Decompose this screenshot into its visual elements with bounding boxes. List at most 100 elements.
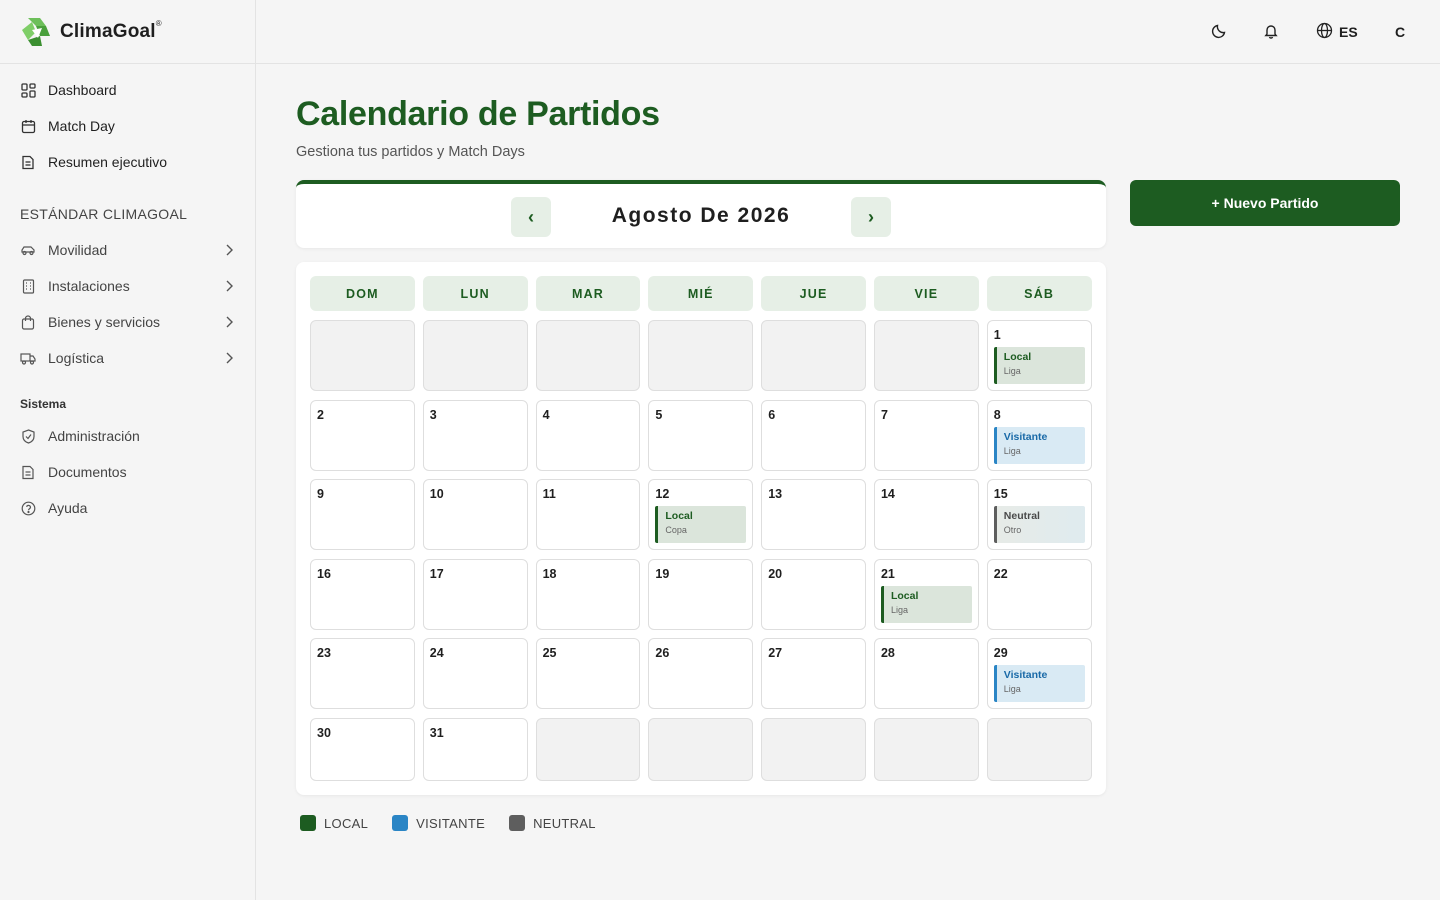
sidebar-item-dashboard[interactable]: Dashboard [0, 72, 255, 108]
user-avatar[interactable]: C [1395, 20, 1405, 44]
calendar-day-18[interactable]: 18 [535, 558, 641, 630]
match-event-visitante[interactable]: Visitante Liga [993, 426, 1085, 464]
calendar-day-20[interactable]: 20 [761, 558, 866, 630]
day-number: 29 [993, 646, 1008, 660]
sidebar-item-movilidad[interactable]: Movilidad [0, 232, 255, 268]
notifications-button[interactable] [1263, 20, 1279, 44]
day-number: 19 [655, 566, 670, 581]
building-icon [20, 278, 36, 294]
calendar-day-6[interactable]: 6 [761, 399, 866, 471]
weekday-mar: MAR [535, 276, 641, 311]
sidebar-item-label: Instalaciones [48, 278, 130, 294]
calendar-day-11[interactable]: 11 [535, 479, 641, 550]
calendar-day-13[interactable]: 13 [761, 479, 866, 550]
sidebar-item-instalaciones[interactable]: Instalaciones [0, 268, 255, 304]
sidebar-item-label: Logística [48, 350, 105, 366]
calendar-day-8[interactable]: 8 Visitante Liga [986, 399, 1092, 471]
user-initial: C [1395, 24, 1406, 40]
sidebar-item-logistica[interactable]: Logística [0, 340, 255, 376]
sidebar-item-match-day[interactable]: Match Day [0, 108, 255, 144]
day-number: 20 [768, 566, 783, 581]
match-event-local[interactable]: Local Liga [993, 347, 1085, 384]
calendar-day-10[interactable]: 10 [422, 479, 528, 550]
event-type: Local [1003, 351, 1032, 363]
calendar-day-27[interactable]: 27 [761, 638, 866, 709]
calendar-day-7[interactable]: 7 [873, 399, 979, 471]
weekday-vie: VIE [873, 276, 979, 311]
calendar-day-14[interactable]: 14 [873, 479, 979, 550]
calendar-day-5[interactable]: 5 [648, 399, 754, 471]
calendar-empty-cell [873, 717, 979, 781]
calendar-day-9[interactable]: 9 [310, 479, 415, 550]
calendar-day-17[interactable]: 17 [422, 558, 528, 630]
prev-month-button[interactable]: ‹ [511, 197, 551, 237]
brand[interactable]: ClimaGoal® [0, 0, 255, 64]
weekday-header: DOM LUN MAR MIÉ JUE VIE SÁB [310, 276, 1092, 311]
calendar-day-4[interactable]: 4 [535, 399, 641, 471]
match-event-neutral[interactable]: Neutral Otro [993, 506, 1085, 543]
registered-mark: ® [155, 18, 162, 28]
calendar-day-30[interactable]: 30 [310, 717, 415, 781]
day-number: 11 [542, 487, 556, 501]
calendar-day-23[interactable]: 23 [310, 638, 415, 709]
calendar-day-12[interactable]: 12 Local Copa [648, 479, 754, 550]
calendar-card: DOM LUN MAR MIÉ JUE VIE SÁB 1 Local Liga 2 3 4 5 6 7 8 V… [296, 262, 1106, 795]
sidebar-item-documentos[interactable]: Documentos [0, 454, 255, 490]
day-number: 22 [993, 566, 1008, 581]
day-number: 1 [993, 328, 1001, 342]
match-event-local[interactable]: Local Copa [655, 506, 747, 543]
sidebar-item-label: Administración [48, 428, 140, 444]
chevron-left-icon: ‹ [528, 206, 534, 227]
new-match-button[interactable]: + Nuevo Partido [1130, 180, 1400, 226]
sidebar-item-administracion[interactable]: Administración [0, 418, 255, 454]
page-title: Calendario de Partidos [296, 95, 660, 133]
day-number: 27 [768, 646, 783, 660]
sidebar-item-bienes-servicios[interactable]: Bienes y servicios [0, 304, 255, 340]
event-competition: Liga [1003, 445, 1021, 456]
document-icon [20, 154, 36, 170]
calendar-day-28[interactable]: 28 [873, 638, 979, 709]
day-number: 4 [542, 407, 550, 422]
calendar-day-19[interactable]: 19 [648, 558, 754, 630]
calendar-day-15[interactable]: 15 Neutral Otro [986, 479, 1092, 550]
climagoal-logo-icon [20, 16, 54, 48]
chevron-right-icon [225, 279, 233, 295]
shopping-bag-icon [20, 314, 36, 330]
theme-toggle-button[interactable] [1211, 20, 1227, 44]
chevron-right-icon [225, 315, 233, 331]
legend: LOCAL VISITANTE NEUTRAL [300, 815, 596, 831]
calendar-day-3[interactable]: 3 [422, 399, 528, 471]
day-number: 24 [429, 646, 444, 660]
calendar-day-22[interactable]: 22 [986, 558, 1092, 630]
chevron-right-icon: › [868, 206, 874, 227]
sidebar-item-label: Bienes y servicios [48, 314, 161, 330]
month-navigator: Agosto De 2026 ‹ › [296, 180, 1106, 248]
day-number: 14 [880, 487, 895, 501]
sidebar-item-ayuda[interactable]: Ayuda [0, 490, 255, 526]
sidebar-item-resumen-ejecutivo[interactable]: Resumen ejecutivo [0, 144, 255, 180]
event-type: Neutral [1003, 510, 1040, 522]
calendar-day-31[interactable]: 31 [422, 717, 528, 781]
calendar-day-26[interactable]: 26 [648, 638, 754, 709]
language-selector[interactable]: ES [1316, 20, 1358, 44]
calendar-day-1[interactable]: 1 Local Liga [986, 320, 1092, 391]
match-event-visitante[interactable]: Visitante Liga [993, 665, 1085, 702]
calendar-day-25[interactable]: 25 [535, 638, 641, 709]
calendar-day-24[interactable]: 24 [422, 638, 528, 709]
event-type: Visitante [1003, 669, 1048, 681]
next-month-button[interactable]: › [851, 197, 891, 237]
calendar-day-21[interactable]: 21 Local Liga [873, 558, 979, 630]
calendar-day-29[interactable]: 29 Visitante Liga [986, 638, 1092, 709]
day-number: 31 [429, 725, 444, 740]
calendar-empty-cell [986, 717, 1092, 781]
day-number: 25 [542, 646, 557, 660]
weekday-lun: LUN [422, 276, 528, 311]
calendar-day-16[interactable]: 16 [310, 558, 415, 630]
calendar-empty-cell [535, 717, 641, 781]
calendar-day-2[interactable]: 2 [310, 399, 415, 471]
calendar-grid: 1 Local Liga 2 3 4 5 6 7 8 Visitante Liga 9 10 11 12 Loc… [310, 320, 1092, 789]
weekday-dom: DOM [310, 276, 415, 311]
match-event-local[interactable]: Local Liga [880, 585, 972, 623]
calendar-empty-cell [422, 320, 528, 391]
day-number: 6 [768, 407, 776, 422]
